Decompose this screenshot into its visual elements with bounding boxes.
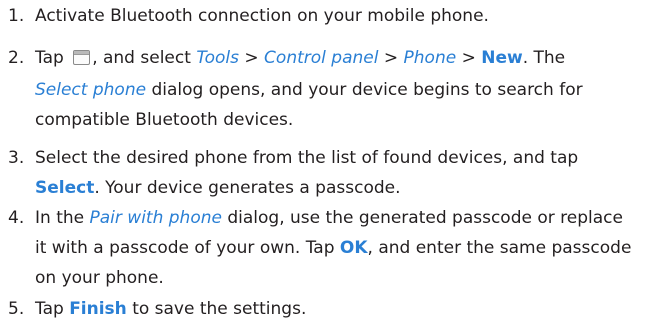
pair-with-phone-dialog-link[interactable]: Pair with phone bbox=[90, 208, 222, 228]
step-4: 4. In the Pair with phone dialog, use the… bbox=[8, 203, 658, 293]
step-text: Tap bbox=[35, 299, 64, 319]
step-2: 2. Tap , and select Tools > Control panel… bbox=[8, 43, 658, 135]
step-number: 5. bbox=[8, 299, 25, 319]
select-phone-dialog-link[interactable]: Select phone bbox=[35, 80, 146, 100]
menu-link-tools[interactable]: Tools bbox=[196, 48, 239, 68]
step-text: Select the desired phone from the list o… bbox=[35, 148, 579, 168]
step-text: to save the settings. bbox=[132, 299, 307, 319]
step-text: Tap bbox=[35, 48, 64, 68]
step-1: 1. Activate Bluetooth connection on your … bbox=[8, 1, 658, 31]
step-number: 4. bbox=[8, 208, 25, 228]
step-text: , and select bbox=[92, 48, 191, 68]
step-text: In the bbox=[35, 208, 85, 228]
new-command[interactable]: New bbox=[481, 48, 522, 68]
step-text: it with a passcode of your own. Tap bbox=[35, 238, 335, 258]
step-text: compatible Bluetooth devices. bbox=[35, 110, 294, 130]
menu-link-control-panel[interactable]: Control panel bbox=[264, 48, 378, 68]
step-text: on your phone. bbox=[35, 268, 164, 288]
step-text: . The bbox=[522, 48, 566, 68]
step-text: , and enter the same passcode bbox=[367, 238, 632, 258]
menu-separator: > bbox=[461, 48, 476, 68]
step-number: 1. bbox=[8, 6, 25, 26]
select-command[interactable]: Select bbox=[35, 178, 94, 198]
finish-command[interactable]: Finish bbox=[69, 299, 127, 319]
ok-command[interactable]: OK bbox=[340, 238, 368, 258]
menu-separator: > bbox=[383, 48, 399, 68]
step-3: 3. Select the desired phone from the list… bbox=[8, 143, 658, 203]
instruction-steps: 1. Activate Bluetooth connection on your … bbox=[0, 0, 668, 325]
menu-icon bbox=[73, 45, 91, 75]
step-5: 5. Tap Finish to save the settings. bbox=[8, 294, 658, 324]
menu-link-phone[interactable]: Phone bbox=[404, 48, 457, 68]
step-text: dialog, use the generated passcode or re… bbox=[227, 208, 623, 228]
step-text: . Your device generates a passcode. bbox=[94, 178, 401, 198]
step-text: Activate Bluetooth connection on your mo… bbox=[35, 6, 489, 26]
step-number: 2. bbox=[8, 48, 25, 68]
step-number: 3. bbox=[8, 148, 25, 168]
menu-separator: > bbox=[244, 48, 259, 68]
step-text: dialog opens, and your device begins to … bbox=[151, 80, 583, 100]
